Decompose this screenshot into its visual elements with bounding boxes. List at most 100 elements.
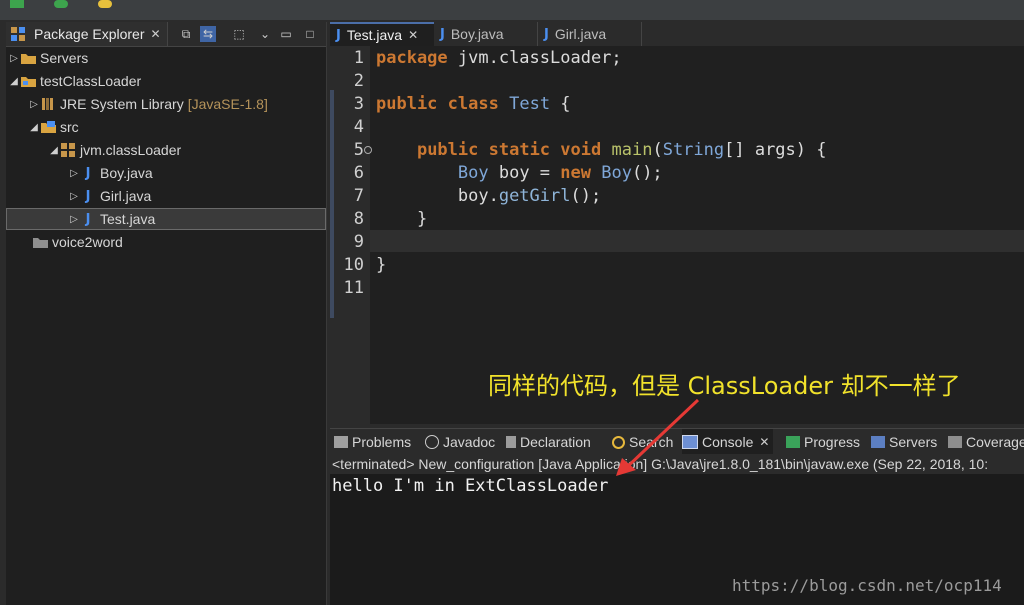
view-menu-chevron-down-icon[interactable]: ⌄ bbox=[257, 26, 273, 42]
code-line-10: } bbox=[376, 255, 387, 275]
link-with-editor-icon[interactable]: ⇆ bbox=[200, 26, 216, 42]
line-number: 5 bbox=[353, 140, 364, 160]
tree-item-voice2word[interactable]: voice2word bbox=[6, 231, 326, 253]
tab-search[interactable]: Search bbox=[612, 429, 673, 455]
tree-item-test-java[interactable]: ▷ J Test.java bbox=[6, 208, 326, 230]
tab-label: Girl.java bbox=[554, 26, 607, 42]
code-line-1: package jvm.classLoader; bbox=[376, 48, 622, 68]
tab-label: Problems bbox=[352, 434, 412, 450]
tree-item-package[interactable]: ◢ jvm.classLoader bbox=[6, 139, 326, 161]
line-number: 4 bbox=[353, 117, 364, 137]
tree-item-label: Servers bbox=[40, 50, 89, 66]
tab-girl-java[interactable]: J Girl.java bbox=[538, 22, 642, 46]
line-number: 8 bbox=[353, 209, 364, 229]
search-toolbar-icon[interactable] bbox=[98, 0, 112, 8]
fold-toggle-icon[interactable] bbox=[364, 146, 372, 154]
tab-declaration[interactable]: Declaration bbox=[506, 429, 591, 455]
tree-item-label: src bbox=[60, 119, 79, 135]
close-icon[interactable]: ✕ bbox=[759, 435, 769, 449]
java-file-icon: J bbox=[85, 165, 91, 181]
search-icon bbox=[612, 435, 625, 449]
code-line-3: public class Test { bbox=[376, 94, 571, 114]
tab-test-java[interactable]: J Test.java ✕ bbox=[330, 22, 434, 46]
project-icon bbox=[20, 73, 36, 89]
tree-item-label: jvm.classLoader bbox=[80, 142, 182, 158]
debug-icon[interactable] bbox=[10, 0, 24, 8]
tree-item-label: Boy.java bbox=[100, 165, 153, 181]
closed-project-icon bbox=[32, 234, 48, 250]
folder-icon bbox=[20, 50, 36, 66]
java-file-icon: J bbox=[544, 26, 549, 42]
line-number: 11 bbox=[343, 278, 364, 298]
close-icon[interactable]: ✕ bbox=[151, 27, 161, 41]
tab-boy-java[interactable]: J Boy.java bbox=[434, 22, 538, 46]
tab-problems[interactable]: Problems bbox=[334, 429, 411, 455]
collapse-caret-icon[interactable]: ◢ bbox=[28, 122, 40, 133]
collapse-caret-icon[interactable]: ◢ bbox=[48, 145, 60, 156]
console-output-line: hello I'm in ExtClassLoader bbox=[332, 476, 609, 496]
tab-label: Test.java bbox=[346, 27, 403, 43]
expand-caret-icon[interactable]: ▷ bbox=[28, 99, 40, 110]
tab-label: Servers bbox=[889, 434, 938, 450]
tab-package-explorer[interactable]: Package Explorer ✕ bbox=[6, 22, 168, 46]
expand-caret-icon[interactable]: ▷ bbox=[68, 168, 80, 179]
tree-item-src[interactable]: ◢ src bbox=[6, 116, 326, 138]
minimize-icon[interactable]: ▭ bbox=[278, 26, 294, 42]
toolbar bbox=[0, 0, 1024, 20]
tree-item-jre-library[interactable]: ▷ JRE System Library [JavaSE-1.8] bbox=[6, 93, 326, 115]
jre-version-badge: [JavaSE-1.8] bbox=[187, 96, 268, 112]
tab-servers[interactable]: Servers bbox=[871, 429, 937, 455]
line-number-gutter: 1 2 3 4 5 6 7 8 9 10 11 bbox=[330, 46, 372, 424]
tree-item-label: voice2word bbox=[52, 234, 123, 250]
tree-item-label: Girl.java bbox=[100, 188, 152, 204]
tab-javadoc[interactable]: Javadoc bbox=[425, 429, 495, 455]
line-number: 3 bbox=[353, 94, 364, 114]
coverage-icon bbox=[948, 436, 962, 448]
package-icon bbox=[60, 142, 76, 158]
console-icon bbox=[682, 435, 698, 449]
line-number: 7 bbox=[353, 186, 364, 206]
tab-label: Console bbox=[702, 434, 754, 450]
declaration-icon bbox=[506, 436, 516, 448]
package-explorer-title: Package Explorer bbox=[34, 26, 145, 42]
library-icon bbox=[40, 96, 56, 112]
tree-item-testclassloader[interactable]: ◢ testClassLoader bbox=[6, 70, 326, 92]
tab-console[interactable]: Console ✕ bbox=[682, 429, 774, 455]
java-file-icon: J bbox=[440, 26, 445, 42]
tree-item-girl-java[interactable]: ▷ J Girl.java bbox=[6, 185, 326, 207]
collapse-caret-icon[interactable]: ◢ bbox=[8, 76, 20, 87]
expand-caret-icon[interactable]: ▷ bbox=[68, 214, 80, 225]
code-line-5: public static void main(String[] args) { bbox=[416, 140, 827, 160]
run-icon[interactable] bbox=[54, 0, 68, 8]
tree-item-servers[interactable]: ▷ Servers bbox=[6, 47, 326, 69]
line-number: 9 bbox=[353, 232, 364, 252]
tree-item-label: JRE System Library bbox=[60, 96, 184, 112]
code-line-7: boy.getGirl(); bbox=[376, 186, 602, 206]
tab-label: Boy.java bbox=[450, 26, 504, 42]
tab-coverage[interactable]: Coverage bbox=[948, 429, 1024, 455]
tab-progress[interactable]: Progress bbox=[786, 429, 860, 455]
editor-tabbar: J Test.java ✕ J Boy.java J Girl.java bbox=[330, 22, 1024, 47]
tab-label: Progress bbox=[804, 434, 861, 450]
expand-caret-icon[interactable]: ▷ bbox=[8, 53, 20, 64]
maximize-icon[interactable]: □ bbox=[302, 26, 318, 42]
collapse-all-icon[interactable]: ⧉ bbox=[178, 26, 194, 42]
tree-item-boy-java[interactable]: ▷ J Boy.java bbox=[6, 162, 326, 184]
problems-icon bbox=[334, 436, 348, 448]
java-file-icon: J bbox=[85, 211, 91, 227]
current-line-highlight bbox=[370, 230, 1024, 252]
expand-caret-icon[interactable]: ▷ bbox=[68, 191, 80, 202]
package-explorer-panel: Package Explorer ✕ ⧉ ⇆ ⬚ ⌄ ▭ □ ▷ Servers… bbox=[6, 22, 327, 605]
filters-icon[interactable]: ⬚ bbox=[231, 26, 247, 42]
console-status-line: <terminated> New_configuration [Java App… bbox=[330, 454, 1024, 474]
tree-item-label: testClassLoader bbox=[40, 73, 142, 89]
close-icon[interactable]: ✕ bbox=[408, 28, 418, 42]
java-file-icon: J bbox=[85, 188, 91, 204]
javadoc-icon bbox=[425, 435, 439, 449]
package-explorer-tabbar: Package Explorer ✕ ⧉ ⇆ ⬚ ⌄ ▭ □ bbox=[6, 22, 326, 47]
code-line-6: Boy boy = new Boy(); bbox=[457, 163, 663, 183]
line-number: 10 bbox=[343, 255, 364, 275]
eclipse-window: Package Explorer ✕ ⧉ ⇆ ⬚ ⌄ ▭ □ ▷ Servers… bbox=[0, 0, 1024, 605]
tab-label: Coverage bbox=[966, 434, 1024, 450]
line-number: 2 bbox=[353, 71, 364, 91]
